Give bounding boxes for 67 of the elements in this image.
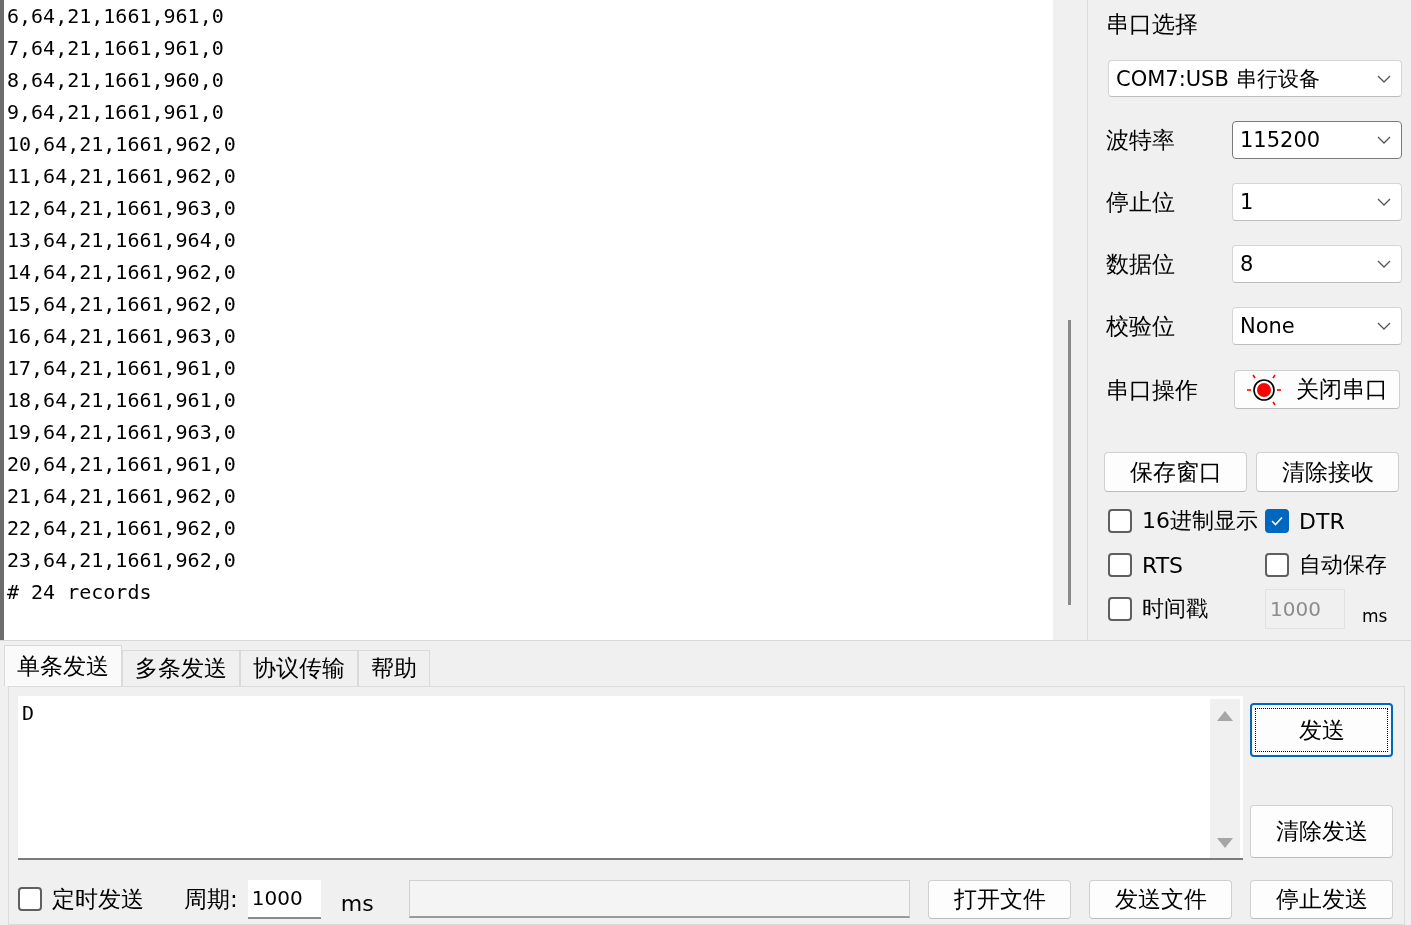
clear-send-button[interactable]: 清除发送 [1250, 805, 1393, 858]
chevron-down-icon [1377, 74, 1391, 83]
chevron-down-icon [1377, 198, 1391, 206]
port-dropdown[interactable]: COM7:USB 串行设备 [1108, 60, 1402, 97]
setting-label: 波特率 [1106, 126, 1175, 154]
log-line: 14,64,21,1661,962,0 [7, 259, 236, 286]
file-button[interactable]: 停止发送 [1250, 879, 1393, 919]
checkmark-icon [1271, 516, 1283, 526]
log-line: 15,64,21,1661,962,0 [7, 291, 236, 318]
timed-send-label: 定时发送 [52, 884, 144, 914]
close-port-button[interactable]: 关闭串口 [1234, 370, 1400, 409]
log-line: 12,64,21,1661,963,0 [7, 195, 236, 222]
log-line: 20,64,21,1661,961,0 [7, 451, 236, 478]
log-line: 9,64,21,1661,961,0 [7, 99, 224, 126]
log-line: 10,64,21,1661,962,0 [7, 131, 236, 158]
checkbox[interactable] [1108, 597, 1132, 621]
indicator-light-icon [1246, 373, 1282, 406]
tab[interactable]: 帮助 [358, 650, 430, 686]
setting-dropdown[interactable]: 115200 [1232, 121, 1402, 159]
option-label: RTS [1142, 552, 1184, 578]
tab[interactable]: 多条发送 [122, 650, 240, 686]
log-line: 21,64,21,1661,962,0 [7, 483, 236, 510]
port-select-label: 串口选择 [1106, 10, 1198, 38]
log-line: 19,64,21,1661,963,0 [7, 419, 236, 446]
file-button[interactable]: 打开文件 [928, 879, 1071, 919]
tab[interactable]: 协议传输 [240, 650, 358, 686]
checkbox[interactable] [18, 887, 42, 911]
log-line: 8,64,21,1661,960,0 [7, 67, 224, 94]
log-line: 18,64,21,1661,961,0 [7, 387, 236, 414]
option-label: 16进制显示 [1142, 507, 1258, 535]
unit-label: ms [1362, 605, 1388, 626]
setting-dropdown[interactable]: None [1232, 307, 1402, 345]
log-line: 23,64,21,1661,962,0 [7, 547, 236, 574]
log-line: 16,64,21,1661,963,0 [7, 323, 236, 350]
scrollbar-thumb[interactable] [1068, 320, 1071, 605]
log-line: 17,64,21,1661,961,0 [7, 355, 236, 382]
setting-dropdown[interactable]: 8 [1232, 245, 1402, 283]
checkbox[interactable] [1108, 553, 1132, 577]
log-line: 22,64,21,1661,962,0 [7, 515, 236, 542]
option-label: 时间戳 [1142, 595, 1208, 623]
log-line: 7,64,21,1661,961,0 [7, 35, 224, 62]
period-field[interactable]: 1000 [247, 879, 321, 919]
unit-label: ms [340, 889, 374, 916]
setting-label: 校验位 [1106, 312, 1175, 340]
option-label: DTR [1299, 508, 1345, 534]
checkbox[interactable] [1108, 509, 1132, 533]
option-label: 自动保存 [1299, 551, 1387, 579]
tab[interactable]: 单条发送 [4, 645, 122, 686]
action-button[interactable]: 保存窗口 [1104, 452, 1247, 492]
chevron-down-icon [1377, 260, 1391, 268]
log-line: 6,64,21,1661,961,0 [7, 3, 224, 30]
chevron-down-icon [1377, 322, 1391, 330]
checkbox[interactable] [1265, 553, 1289, 577]
chevron-down-icon [1377, 136, 1391, 144]
log-line: # 24 records [7, 579, 152, 606]
period-label: 周期: [184, 884, 238, 914]
action-button[interactable]: 清除接收 [1256, 452, 1399, 492]
log-line: 13,64,21,1661,964,0 [7, 227, 236, 254]
log-line: 11,64,21,1661,962,0 [7, 163, 236, 190]
file-path-field[interactable] [408, 880, 910, 918]
checkbox[interactable] [1265, 509, 1289, 533]
setting-label: 数据位 [1106, 250, 1175, 278]
send-button[interactable]: 发送 [1250, 703, 1393, 757]
file-button[interactable]: 发送文件 [1089, 879, 1232, 919]
setting-dropdown[interactable]: 1 [1232, 183, 1402, 221]
operation-label: 串口操作 [1106, 375, 1198, 404]
setting-label: 停止位 [1106, 188, 1175, 216]
